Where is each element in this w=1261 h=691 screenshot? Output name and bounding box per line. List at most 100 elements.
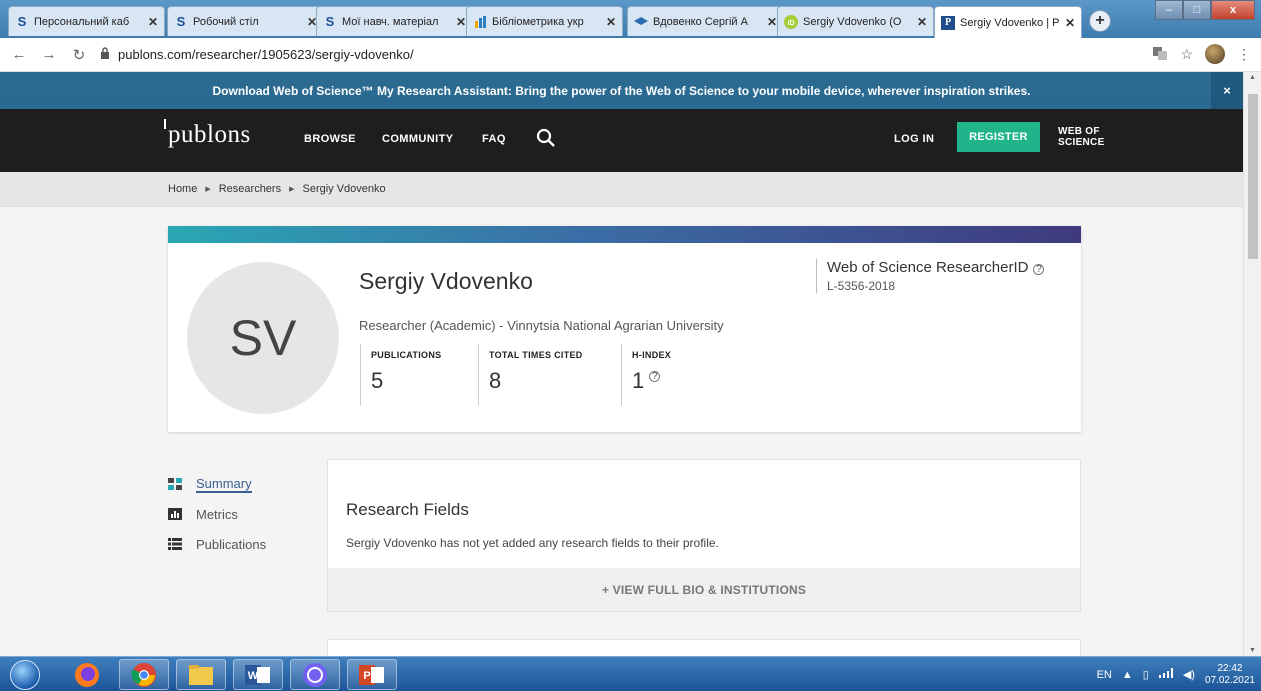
taskbar-word[interactable]: W — [233, 659, 283, 690]
scroll-thumb[interactable] — [1248, 94, 1258, 259]
tab-label: Sergiy Vdovenko | P — [960, 16, 1060, 29]
network-icon[interactable]: ▯ — [1143, 668, 1149, 681]
nav-faq[interactable]: FAQ — [482, 133, 506, 145]
stat-times-cited[interactable]: TOTAL TIMES CITED 8 — [478, 344, 583, 406]
s-favicon-icon: S — [176, 14, 186, 29]
login-link[interactable]: LOG IN — [894, 133, 934, 145]
chrome-icon — [131, 662, 156, 687]
browser-tab[interactable]: S Робочий стіл ✕ — [167, 6, 324, 36]
volume-icon[interactable]: ◀) — [1183, 668, 1195, 681]
profile-card: SV Sergiy Vdovenko Researcher (Academic)… — [168, 226, 1081, 432]
promo-banner: Download Web of Science™ My Research Ass… — [0, 72, 1243, 109]
firefox-icon — [75, 662, 99, 687]
back-arrow-icon[interactable]: ← — [8, 44, 30, 66]
stat-h-index[interactable]: H-INDEX 1? — [621, 344, 671, 406]
maximize-button[interactable]: □ — [1183, 0, 1211, 20]
browser-tab[interactable]: Бібліометрика укр ✕ — [466, 6, 623, 36]
start-button[interactable] — [6, 657, 44, 691]
window-controls: – □ x — [1155, 0, 1255, 20]
sidenav-item-metrics[interactable]: Metrics — [168, 499, 266, 529]
banner-text[interactable]: Download Web of Science™ My Research Ass… — [213, 84, 1031, 98]
svg-text:P: P — [363, 670, 370, 682]
site-navbar: publons BROWSE COMMUNITY FAQ LOG IN REGI… — [0, 109, 1243, 172]
web-of-science-link[interactable]: WEB OF SCIENCE — [1058, 126, 1105, 148]
taskbar-explorer[interactable] — [176, 659, 226, 690]
scroll-down-icon[interactable]: ▼ — [1249, 647, 1256, 654]
browser-tab[interactable]: S Персональний каб ✕ — [8, 6, 165, 36]
translate-icon[interactable] — [1152, 45, 1168, 64]
stat-label: TOTAL TIMES CITED — [489, 350, 583, 360]
tab-label: Робочий стіл — [193, 15, 259, 28]
breadcrumb-home[interactable]: Home — [168, 183, 197, 195]
orcid-favicon-icon: iD — [784, 14, 798, 29]
banner-close-button[interactable]: × — [1211, 72, 1243, 109]
stat-value: 5 — [371, 368, 384, 393]
star-icon[interactable]: ☆ — [1180, 46, 1193, 63]
window-close-button[interactable]: x — [1211, 0, 1255, 20]
browser-tab[interactable]: S Мої навч. матеріал ✕ — [316, 6, 473, 36]
close-icon[interactable]: ✕ — [456, 15, 466, 29]
graduation-cap-favicon-icon — [634, 15, 648, 29]
tab-label: Мої навч. матеріал — [342, 15, 439, 28]
page-viewport: Download Web of Science™ My Research Ass… — [0, 72, 1243, 656]
reload-icon[interactable]: ↻ — [68, 44, 90, 66]
url-field[interactable]: publons.com/researcher/1905623/sergiy-vd… — [100, 47, 414, 62]
research-fields-text: Sergiy Vdovenko has not yet added any re… — [346, 536, 719, 550]
windows-orb-icon — [10, 659, 40, 690]
nav-community[interactable]: COMMUNITY — [382, 133, 453, 145]
scroll-up-icon[interactable]: ▲ — [1249, 74, 1256, 81]
system-tray: EN ▲ ▯ ◀) 22:42 07.02.2021 — [1097, 657, 1255, 691]
taskbar-viber[interactable] — [290, 659, 340, 690]
taskbar-powerpoint[interactable]: P — [347, 659, 397, 690]
sidenav-label: Metrics — [196, 506, 238, 522]
browser-tab[interactable]: Вдовенко Сергій А ✕ — [627, 6, 784, 36]
signal-icon[interactable] — [1158, 668, 1173, 681]
register-button[interactable]: REGISTER — [957, 122, 1040, 152]
sidenav-label: Summary — [196, 475, 252, 493]
help-icon[interactable]: ? — [1033, 263, 1045, 275]
stat-publications[interactable]: PUBLICATIONS 5 — [360, 344, 441, 406]
caret-right-icon: ▶ — [289, 186, 295, 193]
close-icon[interactable]: ✕ — [767, 15, 777, 29]
language-indicator[interactable]: EN — [1097, 669, 1112, 681]
profile-header-bar — [168, 226, 1081, 243]
minimize-button[interactable]: – — [1155, 0, 1183, 20]
menu-icon[interactable]: ⋮ — [1237, 46, 1251, 63]
researcher-name: Sergiy Vdovenko — [359, 268, 533, 294]
close-icon[interactable]: ✕ — [606, 15, 616, 29]
close-icon[interactable]: ✕ — [148, 15, 158, 29]
close-icon[interactable]: ✕ — [1065, 16, 1075, 30]
tray-expand-icon[interactable]: ▲ — [1122, 669, 1133, 681]
taskbar-chrome[interactable] — [119, 659, 169, 690]
nav-browse[interactable]: BROWSE — [304, 133, 356, 145]
tab-label: Персональний каб — [34, 15, 130, 28]
research-fields-title: Research Fields — [346, 500, 469, 519]
profile-avatar[interactable] — [1205, 44, 1225, 64]
tab-label: Вдовенко Сергій А — [653, 15, 748, 28]
browser-tab[interactable]: iD Sergiy Vdovenko (O ✕ — [777, 6, 934, 36]
stat-value: 8 — [489, 368, 502, 393]
publons-favicon-icon: P — [941, 15, 955, 30]
close-icon[interactable]: ✕ — [917, 15, 927, 29]
new-tab-button[interactable]: + — [1089, 10, 1111, 32]
sidenav-item-summary[interactable]: Summary — [168, 469, 266, 499]
breadcrumb-researchers[interactable]: Researchers — [219, 183, 281, 195]
search-icon[interactable] — [536, 128, 556, 148]
view-full-bio-button[interactable]: + VIEW FULL BIO & INSTITUTIONS — [328, 568, 1080, 611]
browser-tab-active[interactable]: P Sergiy Vdovenko | P ✕ — [934, 6, 1082, 38]
svg-text:W: W — [248, 670, 259, 682]
forward-arrow-icon[interactable]: → — [38, 44, 60, 66]
breadcrumb: Home ▶ Researchers ▶ Sergiy Vdovenko — [0, 172, 1243, 207]
researcher-id-title: Web of Science ResearcherID — [827, 259, 1029, 276]
profile-sidenav: Summary Metrics Publications — [168, 469, 266, 559]
sidenav-item-publications[interactable]: Publications — [168, 529, 266, 559]
publons-logo[interactable]: publons — [164, 119, 251, 149]
page-scrollbar[interactable]: ▲ ▼ — [1243, 72, 1261, 656]
s-favicon-icon: S — [17, 14, 27, 29]
help-icon[interactable]: ? — [649, 371, 661, 382]
stat-label: PUBLICATIONS — [371, 350, 442, 360]
word-icon: W — [245, 664, 270, 685]
taskbar-firefox[interactable] — [62, 659, 112, 690]
viber-icon — [303, 662, 327, 687]
clock[interactable]: 22:42 07.02.2021 — [1205, 663, 1255, 687]
